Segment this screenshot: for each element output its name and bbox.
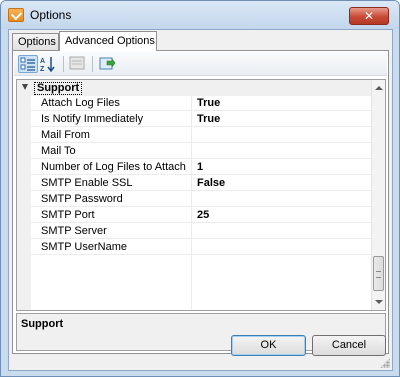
property-name: SMTP Password: [41, 193, 123, 205]
property-row[interactable]: Mail From: [31, 128, 373, 143]
advanced-options-panel: A Z Support Attach Log Files True Is Not…: [12, 50, 389, 354]
property-grid: Support Attach Log Files True Is Notify …: [16, 79, 386, 311]
toolbar-separator: [63, 56, 64, 72]
property-name: Number of Log Files to Attach: [41, 161, 186, 173]
property-pages-icon: [69, 56, 85, 70]
collapse-arrow-icon[interactable]: [22, 84, 28, 90]
tab-options[interactable]: Options: [12, 33, 59, 50]
scroll-up-icon[interactable]: [375, 86, 383, 90]
window-title: Options: [30, 8, 72, 22]
property-name: SMTP Port: [41, 209, 95, 221]
export-button[interactable]: [98, 55, 118, 73]
property-pages-button[interactable]: [68, 55, 88, 73]
options-dialog: Options ✕ Options Advanced Options A Z S…: [0, 0, 400, 377]
property-name: SMTP Server: [41, 225, 107, 237]
dialog-client-area: Options Advanced Options A Z Support Att…: [8, 29, 393, 371]
property-row[interactable]: Attach Log Files True: [31, 96, 373, 111]
ok-button[interactable]: OK: [231, 335, 306, 356]
title-bar[interactable]: Options ✕: [1, 1, 399, 29]
category-label: Support: [34, 82, 83, 95]
property-value[interactable]: 1: [197, 161, 203, 173]
property-row[interactable]: SMTP Server: [31, 224, 373, 239]
vertical-scrollbar[interactable]: [371, 80, 385, 310]
export-icon: [99, 57, 116, 70]
property-grid-toolbar: A Z: [14, 52, 387, 76]
app-icon: [8, 8, 24, 22]
property-name: Is Notify Immediately: [41, 113, 144, 125]
svg-text:A: A: [40, 58, 45, 65]
property-value[interactable]: True: [197, 113, 220, 125]
property-row[interactable]: SMTP UserName: [31, 240, 373, 255]
resize-grip-icon[interactable]: [380, 358, 390, 368]
close-button[interactable]: ✕: [349, 7, 389, 25]
category-row-support[interactable]: Support: [17, 80, 373, 96]
property-name: Attach Log Files: [41, 97, 120, 109]
property-row[interactable]: Number of Log Files to Attach 1: [31, 160, 373, 175]
property-name: SMTP UserName: [41, 241, 127, 253]
toolbar-separator: [92, 56, 93, 72]
property-value[interactable]: True: [197, 97, 220, 109]
property-name: Mail To: [41, 145, 76, 157]
alphabetical-button[interactable]: A Z: [39, 55, 59, 73]
scroll-down-icon[interactable]: [375, 300, 383, 304]
svg-text:Z: Z: [40, 66, 45, 73]
categorized-button[interactable]: [18, 55, 38, 73]
property-value[interactable]: False: [197, 177, 225, 189]
scrollbar-thumb[interactable]: [373, 256, 384, 291]
close-icon: ✕: [363, 9, 375, 23]
alphabetical-sort-icon: A Z: [40, 57, 55, 73]
categorized-icon: [20, 57, 35, 71]
description-title: Support: [21, 318, 64, 330]
property-row[interactable]: SMTP Password: [31, 192, 373, 207]
property-row[interactable]: SMTP Enable SSL False: [31, 176, 373, 191]
property-row[interactable]: Mail To: [31, 144, 373, 159]
cancel-button[interactable]: Cancel: [312, 335, 386, 356]
grid-gutter: [17, 80, 31, 310]
property-value[interactable]: 25: [197, 209, 209, 221]
tab-advanced-options[interactable]: Advanced Options: [59, 31, 157, 51]
property-row[interactable]: Is Notify Immediately True: [31, 112, 373, 127]
property-row[interactable]: SMTP Port 25: [31, 208, 373, 223]
property-name: Mail From: [41, 129, 90, 141]
property-name: SMTP Enable SSL: [41, 177, 133, 189]
